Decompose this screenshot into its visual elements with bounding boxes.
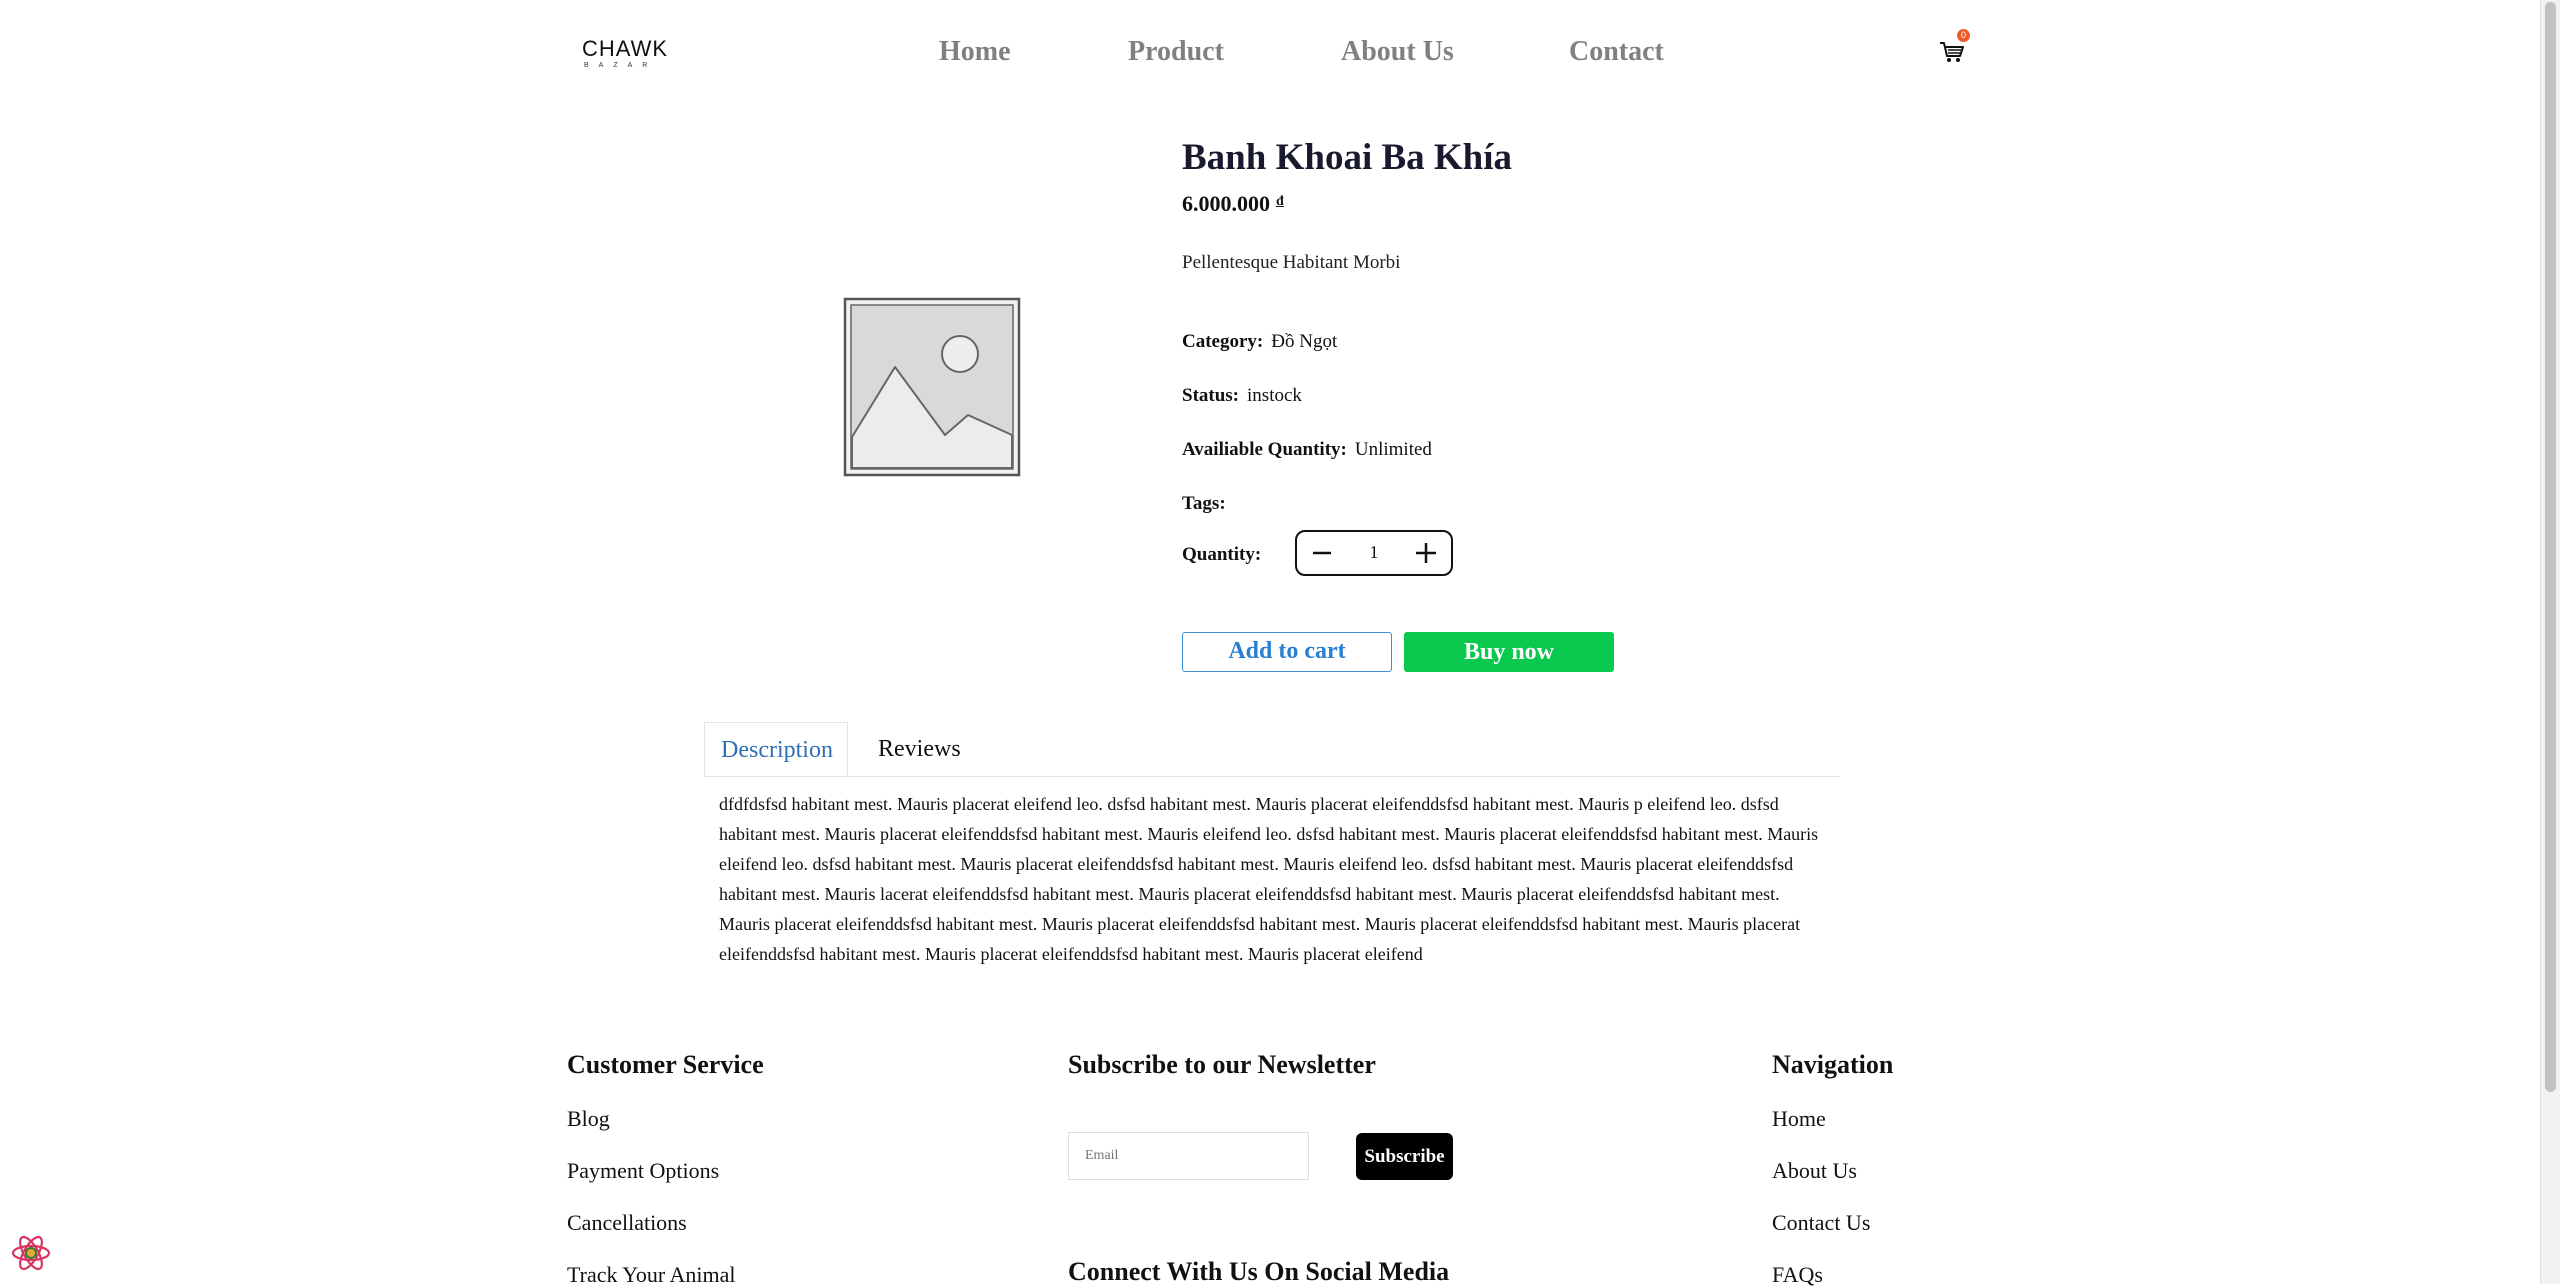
price-value: 6.000.000 xyxy=(1182,191,1270,216)
site-header: CHAWK BAZAR Home Product About Us Contac… xyxy=(0,0,2541,110)
category-value: Đồ Ngọt xyxy=(1271,331,1338,352)
cart-count-badge: 0 xyxy=(1957,29,1970,42)
react-devtools-icon[interactable] xyxy=(10,1232,52,1274)
scrollbar-thumb[interactable] xyxy=(2545,2,2556,1092)
logo[interactable]: CHAWK BAZAR xyxy=(582,36,669,70)
product-tabs: Description Reviews xyxy=(704,722,1840,777)
category-label: Category: xyxy=(1182,331,1264,352)
nav-home[interactable]: Home xyxy=(939,36,1011,68)
quantity-label: Quantity: xyxy=(1182,544,1262,565)
footer-link-contact-us[interactable]: Contact Us xyxy=(1772,1210,1870,1236)
email-field[interactable] xyxy=(1068,1132,1309,1180)
status-row: Status: instock xyxy=(1182,385,1302,407)
nav-product[interactable]: Product xyxy=(1128,36,1224,68)
available-quantity-label: Availiable Quantity: xyxy=(1182,439,1347,460)
available-quantity-row: Availiable Quantity: Unlimited xyxy=(1182,439,1432,461)
footer-link-about-us[interactable]: About Us xyxy=(1772,1158,1857,1184)
logo-text: CHAWK xyxy=(582,36,669,61)
status-value: instock xyxy=(1247,385,1302,406)
social-media-heading: Connect With Us On Social Media xyxy=(1068,1257,1450,1286)
footer-link-blog[interactable]: Blog xyxy=(567,1106,610,1132)
footer-link-payment-options[interactable]: Payment Options xyxy=(567,1158,719,1184)
price-currency: đ xyxy=(1276,194,1284,209)
status-label: Status: xyxy=(1182,385,1240,406)
logo-subtext: BAZAR xyxy=(584,62,658,69)
tags-row: Tags: xyxy=(1182,493,1226,515)
add-to-cart-button[interactable]: Add to cart xyxy=(1182,632,1392,672)
tab-description[interactable]: Description xyxy=(704,722,848,776)
available-quantity-value: Unlimited xyxy=(1354,439,1432,460)
nav-contact[interactable]: Contact xyxy=(1569,36,1664,68)
quantity-stepper: 1 xyxy=(1295,530,1453,576)
footer-link-faqs[interactable]: FAQs xyxy=(1772,1262,1823,1288)
product-title: Banh Khoai Ba Khía xyxy=(1182,137,1513,178)
product-subtitle: Pellentesque Habitant Morbi xyxy=(1182,252,1401,273)
customer-service-heading: Customer Service xyxy=(567,1050,764,1079)
footer-link-track-your-animal[interactable]: Track Your Animal xyxy=(567,1262,736,1288)
cart-icon[interactable] xyxy=(1938,38,1966,66)
nav-about-us[interactable]: About Us xyxy=(1341,36,1454,68)
footer-link-cancellations[interactable]: Cancellations xyxy=(567,1210,687,1236)
tab-reviews[interactable]: Reviews xyxy=(862,722,977,776)
product-price: 6.000.000 đ xyxy=(1182,191,1284,217)
category-row: Category: Đồ Ngọt xyxy=(1182,331,1337,353)
subscribe-button[interactable]: Subscribe xyxy=(1356,1133,1453,1180)
newsletter-heading: Subscribe to our Newsletter xyxy=(1068,1050,1376,1079)
scrollbar[interactable] xyxy=(2540,0,2560,1284)
buy-now-button[interactable]: Buy now xyxy=(1404,632,1614,672)
navigation-heading: Navigation xyxy=(1772,1050,1894,1079)
description-text: dfdfdsfsd habitant mest. Mauris placerat… xyxy=(719,794,1819,964)
tags-label: Tags: xyxy=(1182,493,1226,514)
footer-link-home[interactable]: Home xyxy=(1772,1106,1826,1132)
product-image-placeholder xyxy=(843,297,1021,477)
plus-icon[interactable] xyxy=(1411,538,1441,568)
